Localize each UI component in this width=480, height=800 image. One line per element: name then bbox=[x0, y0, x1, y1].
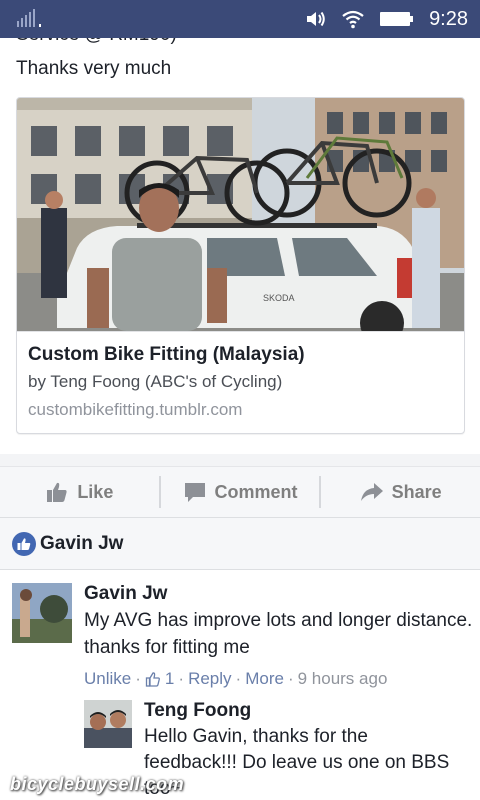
reply-text: Hello Gavin, thanks for the feedback!!! … bbox=[144, 726, 450, 799]
thumbs-up-icon bbox=[47, 482, 67, 502]
status-bar: 9:28 bbox=[0, 0, 480, 38]
link-author: by Teng Foong (ABC's of Cycling) bbox=[28, 372, 283, 391]
like-reaction-icon bbox=[12, 531, 36, 556]
thumbs-up-outline-icon bbox=[145, 672, 160, 687]
reply-link[interactable]: Reply bbox=[188, 669, 231, 689]
share-label: Share bbox=[391, 481, 442, 502]
post-text-partial: Service @ RM190) bbox=[16, 38, 177, 46]
liker-name[interactable]: Gavin Jw bbox=[40, 533, 123, 555]
link-preview-image: SKODA bbox=[17, 98, 464, 331]
battery-icon bbox=[380, 12, 414, 26]
signal-icon bbox=[17, 9, 41, 27]
meta-separator: · bbox=[135, 669, 141, 688]
link-domain: custombikefitting.tumblr.com bbox=[28, 400, 243, 419]
like-label: Like bbox=[77, 481, 114, 502]
comment-meta: Unlike · 1 · Reply · More · 9 hours ago bbox=[84, 669, 474, 689]
share-arrow-icon bbox=[360, 483, 383, 501]
post-action-bar: Like Comment Share bbox=[0, 466, 480, 518]
comment-like-count[interactable]: 1 bbox=[165, 669, 174, 689]
reply-body: Teng Foong Hello Gavin, thanks for the f… bbox=[144, 700, 464, 800]
avatar[interactable] bbox=[12, 583, 72, 643]
comment-body: Gavin Jw My AVG has improve lots and lon… bbox=[84, 583, 474, 689]
share-button[interactable]: Share bbox=[321, 467, 480, 517]
meta-separator: · bbox=[287, 669, 294, 688]
meta-separator: · bbox=[235, 669, 242, 688]
avatar[interactable] bbox=[84, 700, 132, 748]
like-button[interactable]: Like bbox=[0, 467, 159, 517]
post-text: Thanks very much bbox=[16, 58, 172, 79]
link-title[interactable]: Custom Bike Fitting (Malaysia) bbox=[28, 344, 455, 366]
meta-separator: · bbox=[178, 669, 185, 688]
comment-text: My AVG has improve lots and longer dista… bbox=[84, 610, 473, 658]
wifi-icon bbox=[342, 10, 364, 29]
clock-time: 9:28 bbox=[429, 7, 468, 30]
comment-bubble-icon bbox=[184, 483, 205, 502]
link-preview-body: Custom Bike Fitting (Malaysia) by Teng F… bbox=[17, 331, 464, 433]
unlike-link[interactable]: Unlike bbox=[84, 669, 131, 689]
car-badge-text: SKODA bbox=[263, 293, 295, 303]
comment-timestamp: 9 hours ago bbox=[297, 669, 388, 688]
post-content: Service @ RM190) Thanks very much bbox=[0, 38, 480, 800]
volume-icon bbox=[307, 11, 325, 27]
link-preview-card[interactable]: SKODA Custom Bike Fitting (Malaysia) by … bbox=[16, 97, 465, 434]
watermark: bicyclebuysell.com bbox=[10, 774, 185, 794]
likers-summary[interactable]: Gavin Jw bbox=[0, 518, 480, 570]
comment-button[interactable]: Comment bbox=[161, 467, 320, 517]
reply-author[interactable]: Teng Foong bbox=[144, 700, 464, 722]
section-divider bbox=[0, 454, 480, 466]
comment-label: Comment bbox=[214, 481, 298, 502]
comment-author[interactable]: Gavin Jw bbox=[84, 583, 474, 605]
more-link[interactable]: More bbox=[245, 669, 284, 689]
